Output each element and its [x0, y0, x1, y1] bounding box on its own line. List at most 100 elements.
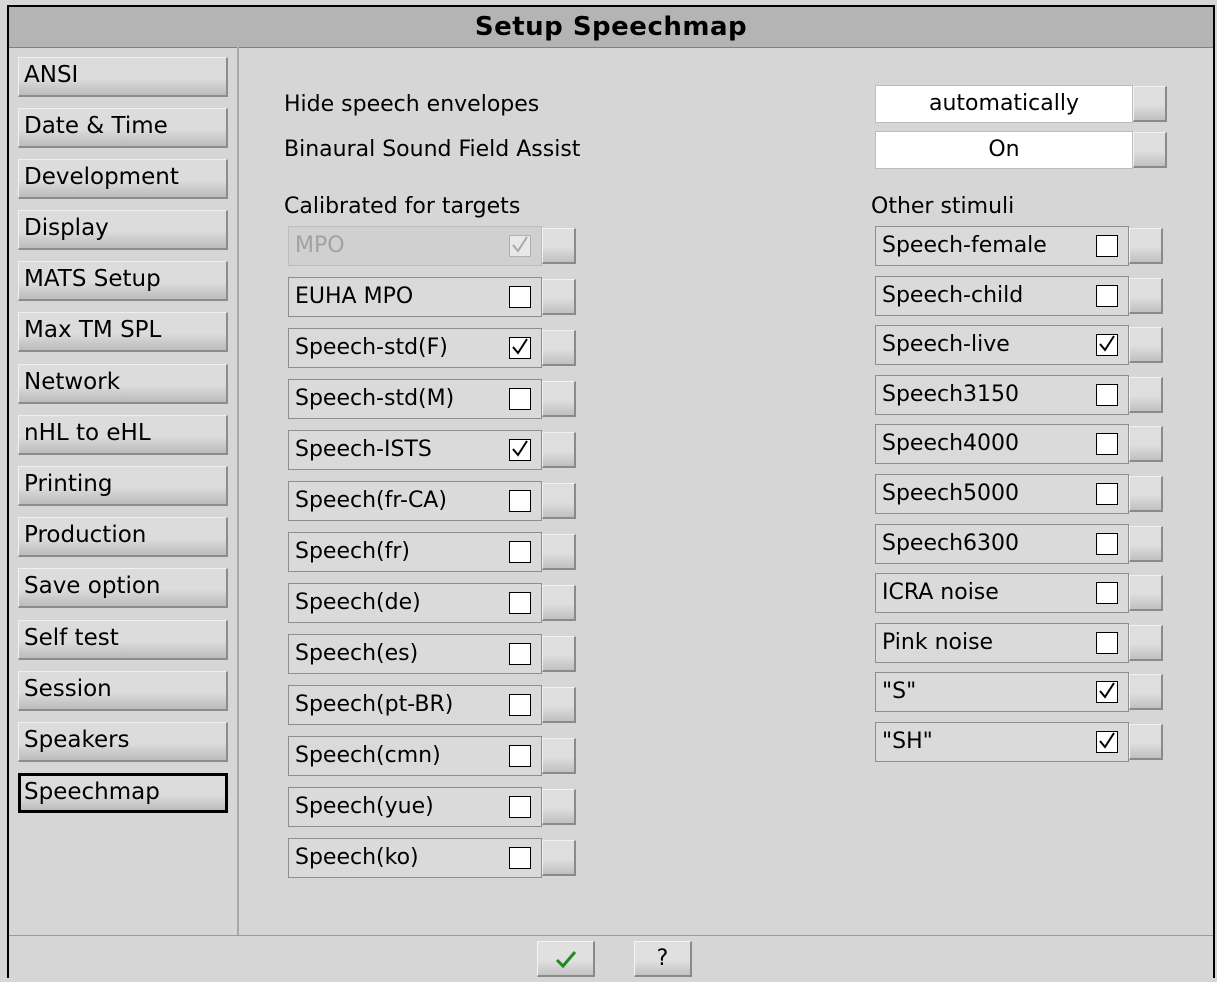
stimulus-item: Speech-ISTS [288, 430, 542, 470]
stimulus-checkbox[interactable] [509, 286, 531, 308]
stimulus-options-button[interactable] [542, 330, 576, 366]
stimulus-options-button[interactable] [1129, 426, 1163, 463]
stimulus-options-button[interactable] [542, 432, 576, 468]
stimulus-item: Speech(fr) [288, 532, 542, 572]
sidebar-item-development[interactable]: Development [18, 159, 228, 199]
binaural-dropdown[interactable]: On [875, 131, 1167, 169]
bottom-bar: ? [9, 935, 1213, 979]
stimulus-item: MPO [288, 226, 542, 266]
stimulus-checkbox[interactable] [509, 643, 531, 665]
stimulus-checkbox[interactable] [1096, 731, 1118, 753]
sidebar-item-network[interactable]: Network [18, 364, 228, 404]
stimulus-row: EUHA MPO [288, 277, 580, 317]
help-button[interactable]: ? [634, 941, 692, 977]
sidebar-item-display[interactable]: Display [18, 210, 228, 250]
sidebar-item-self-test[interactable]: Self test [18, 620, 228, 660]
sidebar-item-ansi[interactable]: ANSI [18, 57, 228, 97]
sidebar-item-nhl-to-ehl[interactable]: nHL to eHL [18, 415, 228, 455]
sidebar-item-speechmap[interactable]: Speechmap [18, 773, 228, 813]
stimulus-row: Pink noise [875, 622, 1167, 663]
stimulus-checkbox[interactable] [509, 847, 531, 869]
checkmark-icon [555, 951, 576, 969]
stimulus-checkbox[interactable] [1096, 582, 1118, 605]
stimulus-checkbox[interactable] [509, 439, 531, 461]
stimulus-checkbox[interactable] [509, 541, 531, 563]
stimulus-label: Speech-std(M) [295, 386, 455, 411]
stimulus-checkbox[interactable] [1096, 631, 1118, 654]
stimulus-checkbox[interactable] [1096, 532, 1118, 555]
stimulus-checkbox[interactable] [1096, 681, 1118, 704]
stimulus-checkbox[interactable] [509, 796, 531, 818]
hide-envelopes-label: Hide speech envelopes [284, 92, 540, 117]
stimulus-options-button[interactable] [542, 585, 576, 621]
stimulus-options-button[interactable] [542, 738, 576, 774]
sidebar-item-date-time[interactable]: Date & Time [18, 108, 228, 148]
stimulus-options-button[interactable] [542, 840, 576, 876]
binaural-dropdown-button[interactable] [1133, 132, 1167, 168]
stimulus-row: Speech(fr-CA) [288, 481, 580, 521]
stimulus-options-button[interactable] [542, 636, 576, 672]
check-mark-icon [512, 236, 528, 253]
stimulus-checkbox[interactable] [1096, 284, 1118, 307]
sidebar-item-speakers[interactable]: Speakers [18, 722, 228, 762]
stimulus-row: Speech(ko) [288, 838, 580, 878]
binaural-value[interactable]: On [875, 131, 1133, 169]
hide-envelopes-dropdown-button[interactable] [1133, 86, 1167, 122]
stimulus-item: Speech-live [875, 325, 1129, 366]
stimulus-label: Speech3150 [882, 381, 1020, 407]
stimulus-label: ICRA noise [882, 580, 999, 606]
stimulus-checkbox[interactable] [509, 694, 531, 716]
stimulus-label: Speech4000 [882, 431, 1020, 457]
sidebar-item-save-option[interactable]: Save option [18, 568, 228, 608]
hide-envelopes-dropdown[interactable]: automatically [875, 85, 1167, 123]
stimulus-options-button[interactable] [1129, 624, 1163, 661]
check-mark-icon [1099, 732, 1115, 749]
sidebar-item-session[interactable]: Session [18, 671, 228, 711]
stimulus-options-button[interactable] [542, 279, 576, 315]
stimulus-options-button[interactable] [1129, 575, 1163, 612]
stimulus-options-button[interactable] [542, 381, 576, 417]
stimulus-options-button[interactable] [1129, 327, 1163, 364]
stimulus-options-button[interactable] [542, 228, 576, 264]
stimulus-label: Speech-std(F) [295, 335, 448, 360]
sidebar-item-printing[interactable]: Printing [18, 466, 228, 506]
stimulus-row: Speech(de) [288, 583, 580, 623]
stimulus-options-button[interactable] [1129, 724, 1163, 760]
stimulus-checkbox[interactable] [1096, 334, 1118, 357]
stimulus-checkbox[interactable] [1096, 383, 1118, 406]
ok-button[interactable] [537, 941, 595, 977]
stimulus-checkbox[interactable] [509, 490, 531, 512]
stimulus-checkbox [509, 235, 531, 257]
stimulus-item: Speech(yue) [288, 787, 542, 827]
stimulus-item: Speech-std(F) [288, 328, 542, 368]
stimulus-options-button[interactable] [542, 534, 576, 570]
stimulus-options-button[interactable] [542, 483, 576, 519]
stimulus-checkbox[interactable] [1096, 483, 1118, 505]
stimulus-options-button[interactable] [542, 687, 576, 723]
stimulus-options-button[interactable] [1129, 525, 1163, 562]
stimulus-checkbox[interactable] [1096, 235, 1118, 257]
other-stimuli-heading: Other stimuli [871, 194, 1015, 219]
stimulus-item: Speech3150 [875, 374, 1129, 415]
sidebar-item-production[interactable]: Production [18, 517, 228, 557]
stimulus-item: ICRA noise [875, 573, 1129, 614]
stimulus-options-button[interactable] [1129, 376, 1163, 413]
stimulus-options-button[interactable] [542, 789, 576, 825]
stimulus-options-button[interactable] [1129, 476, 1163, 512]
sidebar-item-max-tm-spl[interactable]: Max TM SPL [18, 312, 228, 352]
stimulus-checkbox[interactable] [509, 745, 531, 767]
stimulus-options-button[interactable] [1129, 674, 1163, 711]
stimulus-row: Speech6300 [875, 523, 1167, 564]
stimulus-checkbox[interactable] [509, 592, 531, 614]
stimulus-label: Speech(pt-BR) [295, 692, 454, 717]
stimulus-item: Speech(fr-CA) [288, 481, 542, 521]
stimulus-checkbox[interactable] [1096, 433, 1118, 456]
stimulus-checkbox[interactable] [509, 337, 531, 359]
sidebar-item-mats-setup[interactable]: MATS Setup [18, 261, 228, 301]
hide-envelopes-value[interactable]: automatically [875, 85, 1133, 123]
stimulus-options-button[interactable] [1129, 277, 1163, 314]
stimulus-row: Speech5000 [875, 474, 1167, 514]
stimulus-checkbox[interactable] [509, 388, 531, 410]
stimulus-options-button[interactable] [1129, 228, 1163, 264]
stimulus-row: Speech-child [875, 275, 1167, 316]
